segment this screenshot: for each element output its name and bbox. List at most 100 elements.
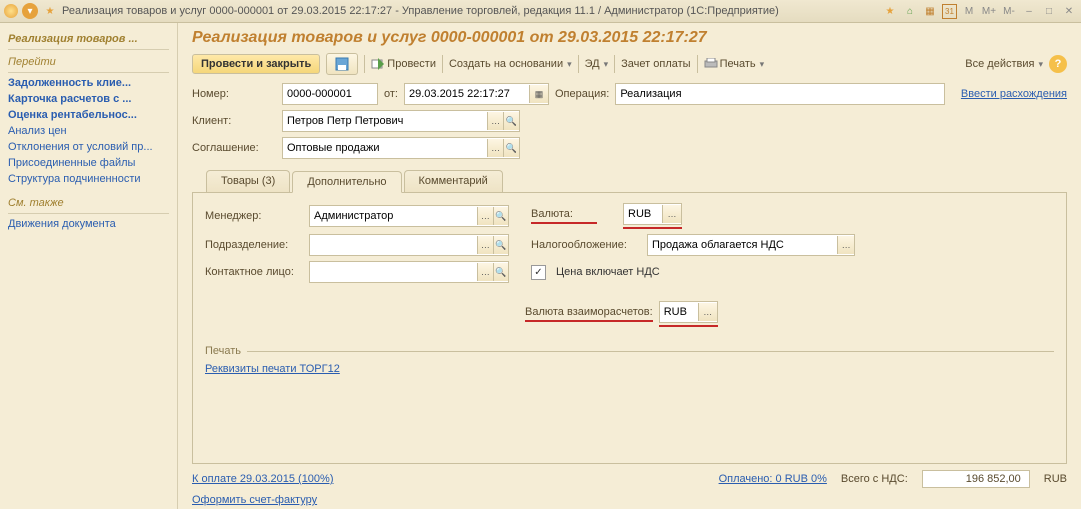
offset-button[interactable]: Зачет оплаты — [621, 58, 690, 70]
fav-star-icon[interactable]: ★ — [882, 3, 898, 19]
calendar-icon[interactable]: 31 — [942, 4, 957, 19]
print-section: Печать Реквизиты печати ТОРГ12 — [205, 345, 1054, 375]
print-button[interactable]: Печать — [704, 58, 765, 70]
total-label: Всего с НДС: — [841, 473, 908, 485]
search-icon[interactable]: 🔍 — [503, 139, 519, 157]
department-input-wrap: …🔍 — [309, 234, 509, 256]
sidebar-item[interactable]: Задолженность клие... — [8, 75, 169, 91]
tab-comment[interactable]: Комментарий — [404, 170, 503, 192]
tax-label: Налогообложение: — [531, 239, 641, 251]
ellipsis-icon[interactable]: … — [837, 236, 854, 254]
tax-input-wrap: … — [647, 234, 855, 256]
invoice-link[interactable]: Оформить счет-фактуру — [192, 494, 317, 506]
operation-input[interactable] — [616, 85, 944, 103]
ellipsis-icon[interactable]: … — [698, 303, 717, 321]
save-button[interactable] — [326, 53, 358, 75]
search-icon[interactable]: 🔍 — [503, 112, 519, 130]
star-icon[interactable]: ★ — [42, 3, 58, 19]
sidebar-item[interactable]: Движения документа — [8, 216, 169, 232]
operation-label: Операция: — [555, 88, 609, 100]
search-icon[interactable]: 🔍 — [493, 263, 508, 281]
home-icon[interactable]: ⌂ — [902, 3, 918, 19]
sidebar-item[interactable]: Отклонения от условий пр... — [8, 139, 169, 155]
tax-input[interactable] — [648, 236, 837, 254]
close-button[interactable]: ✕ — [1061, 3, 1077, 19]
tabs: Товары (3) Дополнительно Комментарий — [192, 170, 1067, 193]
manager-input-wrap: …🔍 — [309, 205, 509, 227]
help-icon[interactable]: ? — [1049, 55, 1067, 73]
titlebar: ▾ ★ Реализация товаров и услуг 0000-0000… — [0, 0, 1081, 23]
manager-input[interactable] — [310, 207, 477, 225]
total-value: 196 852,00 — [922, 470, 1030, 488]
date-input[interactable] — [405, 85, 529, 103]
torg12-link[interactable]: Реквизиты печати ТОРГ12 — [205, 363, 340, 375]
discrepancy-link[interactable]: Ввести расхождения — [961, 88, 1067, 100]
print-section-title: Печать — [205, 345, 241, 357]
app-icon — [4, 4, 18, 18]
tab-more[interactable]: Дополнительно — [292, 171, 401, 193]
tab-goods[interactable]: Товары (3) — [206, 170, 290, 192]
search-icon[interactable]: 🔍 — [493, 236, 508, 254]
agreement-input[interactable] — [283, 139, 487, 157]
number-input[interactable] — [283, 85, 377, 103]
agreement-input-wrap: …🔍 — [282, 137, 520, 159]
ellipsis-icon[interactable]: … — [477, 207, 492, 225]
ed-button[interactable]: ЭД — [585, 58, 609, 70]
window-title: Реализация товаров и услуг 0000-000001 о… — [62, 5, 779, 17]
currency-input-wrap: … — [623, 203, 682, 225]
paid-link[interactable]: Оплачено: 0 RUB 0% — [719, 473, 827, 485]
contact-input[interactable] — [310, 263, 477, 281]
price-vat-label: Цена включает НДС — [556, 266, 660, 278]
settlement-currency-input-wrap: … — [659, 301, 718, 323]
contact-label: Контактное лицо: — [205, 266, 303, 278]
client-input[interactable] — [283, 112, 487, 130]
manager-label: Менеджер: — [205, 210, 303, 222]
ellipsis-icon[interactable]: … — [477, 263, 492, 281]
ellipsis-icon[interactable]: … — [477, 236, 492, 254]
number-input-wrap — [282, 83, 378, 105]
ellipsis-icon[interactable]: … — [662, 205, 681, 223]
post-and-close-button[interactable]: Провести и закрыть — [192, 54, 320, 74]
sidebar-item[interactable]: Присоединенные файлы — [8, 155, 169, 171]
sidebar-nav-title: Перейти — [8, 52, 169, 73]
mplus-button[interactable]: M+ — [981, 3, 997, 19]
to-pay-link[interactable]: К оплате 29.03.2015 (100%) — [192, 473, 334, 485]
calendar-picker-icon[interactable]: ▦ — [529, 85, 548, 103]
currency-input[interactable] — [624, 205, 662, 223]
main-area: Реализация товаров и услуг 0000-000001 о… — [178, 23, 1081, 509]
sidebar-item[interactable]: Структура подчиненности — [8, 171, 169, 187]
toolbar: Провести и закрыть Провести Создать на о… — [192, 53, 1067, 75]
sidebar-item[interactable]: Карточка расчетов с ... — [8, 91, 169, 107]
page-title: Реализация товаров и услуг 0000-000001 о… — [192, 29, 1067, 47]
footer: К оплате 29.03.2015 (100%) Оплачено: 0 R… — [192, 464, 1067, 494]
all-actions-button[interactable]: Все действия — [965, 58, 1043, 70]
price-vat-checkbox[interactable]: ✓ — [531, 265, 546, 280]
settlement-currency-label: Валюта взаиморасчетов: — [525, 306, 653, 318]
total-currency: RUB — [1044, 473, 1067, 485]
minimize-button[interactable]: – — [1021, 3, 1037, 19]
sidebar-item[interactable]: Оценка рентабельнос... — [8, 107, 169, 123]
client-input-wrap: …🔍 — [282, 110, 520, 132]
mminus-button[interactable]: M- — [1001, 3, 1017, 19]
back-icon[interactable]: ▾ — [22, 3, 38, 19]
sidebar-item[interactable]: Анализ цен — [8, 123, 169, 139]
department-label: Подразделение: — [205, 239, 303, 251]
maximize-button[interactable]: □ — [1041, 3, 1057, 19]
ellipsis-icon[interactable]: … — [487, 112, 503, 130]
tab-body-more: Менеджер: …🔍 Валюта: … Подразделение: …🔍… — [192, 193, 1067, 464]
department-input[interactable] — [310, 236, 477, 254]
number-label: Номер: — [192, 88, 260, 100]
from-label: от: — [384, 88, 398, 100]
settlement-currency-input[interactable] — [660, 303, 698, 321]
search-icon[interactable]: 🔍 — [493, 207, 508, 225]
client-label: Клиент: — [192, 115, 260, 127]
calc-icon[interactable]: ▦ — [922, 3, 938, 19]
contact-input-wrap: …🔍 — [309, 261, 509, 283]
ellipsis-icon[interactable]: … — [487, 139, 503, 157]
create-based-button[interactable]: Создать на основании — [449, 58, 572, 70]
sidebar: Реализация товаров ... Перейти Задолженн… — [0, 23, 178, 509]
operation-input-wrap — [615, 83, 945, 105]
agreement-label: Соглашение: — [192, 142, 260, 154]
post-button[interactable]: Провести — [371, 57, 436, 71]
m-button[interactable]: M — [961, 3, 977, 19]
